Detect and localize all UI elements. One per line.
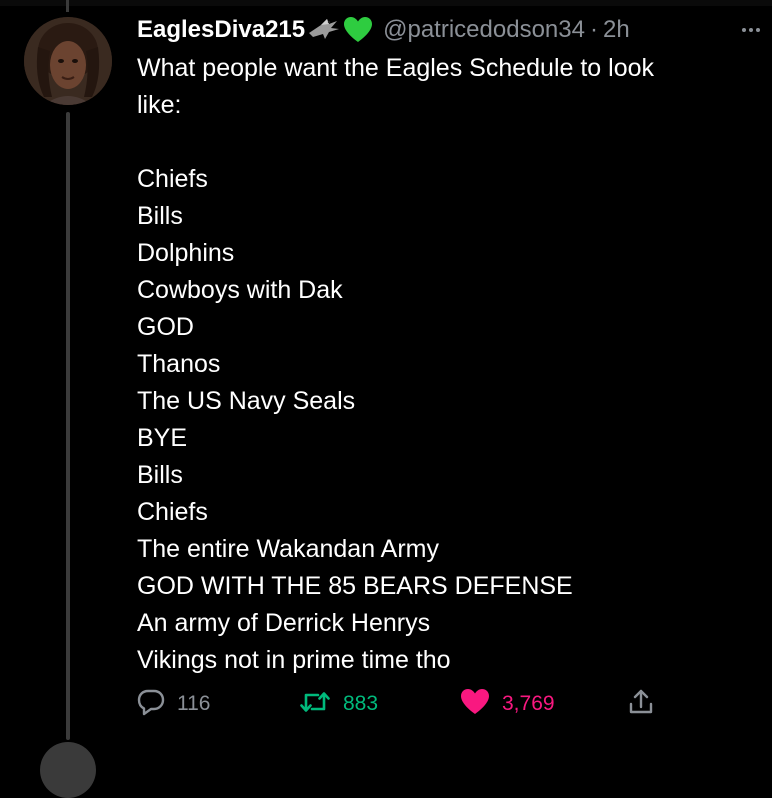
retweet-button[interactable]: 883: [299, 684, 378, 724]
like-count: 3,769: [502, 692, 555, 715]
green-heart-icon: [343, 16, 373, 44]
tweet-text-line: Chiefs: [137, 165, 208, 193]
tweet-actions: 116 883 3,769: [137, 684, 657, 724]
reply-count: 116: [177, 692, 211, 715]
tweet-text-line: Bills: [137, 202, 183, 230]
tweet-header: EaglesDiva215 @patricedodson34 · 2h: [137, 12, 757, 48]
tweet-text-line: An army of Derrick Henrys: [137, 609, 431, 637]
display-name[interactable]: EaglesDiva215: [137, 16, 305, 44]
tweet-text-line: The entire Wakandan Army: [137, 535, 439, 563]
tweet-text-line: Thanos: [137, 350, 221, 378]
tweet-text-line: Chiefs: [137, 498, 208, 526]
share-icon: [627, 688, 655, 721]
tweet-text-line: The US Navy Seals: [137, 387, 356, 415]
tweet-text-line: Cowboys with Dak: [137, 276, 343, 304]
tweet-text-line: GOD: [137, 313, 194, 341]
user-handle[interactable]: @patricedodson34: [383, 16, 585, 44]
reply-icon: [137, 688, 165, 721]
tweet-text-line: [137, 124, 757, 161]
thread-line: [66, 112, 70, 740]
avatar[interactable]: [24, 17, 112, 105]
tweet-text-line: Dolphins: [137, 239, 235, 267]
avatar-image: [24, 17, 112, 105]
like-button[interactable]: 3,769: [460, 684, 555, 724]
tweet-text: What people want the Eagles Schedule to …: [137, 50, 757, 679]
eagle-icon: [307, 15, 341, 45]
previous-tweet-edge: [0, 0, 772, 6]
tweet-text-line: like:: [137, 91, 182, 119]
share-button[interactable]: [627, 684, 655, 724]
tweet-text-line: Bills: [137, 461, 183, 489]
more-options-icon[interactable]: [742, 28, 760, 32]
retweet-icon: [299, 688, 331, 721]
tweet-text-line: GOD WITH THE 85 BEARS DEFENSE: [137, 572, 573, 600]
tweet-text-line: Vikings not in prime time tho: [137, 646, 451, 674]
tweet-text-line: What people want the Eagles Schedule to …: [137, 54, 655, 82]
tweet-text-line: BYE: [137, 424, 188, 452]
retweet-count: 883: [343, 692, 379, 715]
separator-dot: ·: [589, 16, 598, 43]
heart-icon: [460, 688, 490, 721]
timestamp[interactable]: 2h: [603, 16, 630, 44]
thread-line-above: [66, 0, 69, 12]
tweet[interactable]: EaglesDiva215 @patricedodson34 · 2h What…: [137, 12, 760, 679]
reply-button[interactable]: 116: [137, 684, 210, 724]
next-reply-avatar[interactable]: [40, 742, 96, 798]
